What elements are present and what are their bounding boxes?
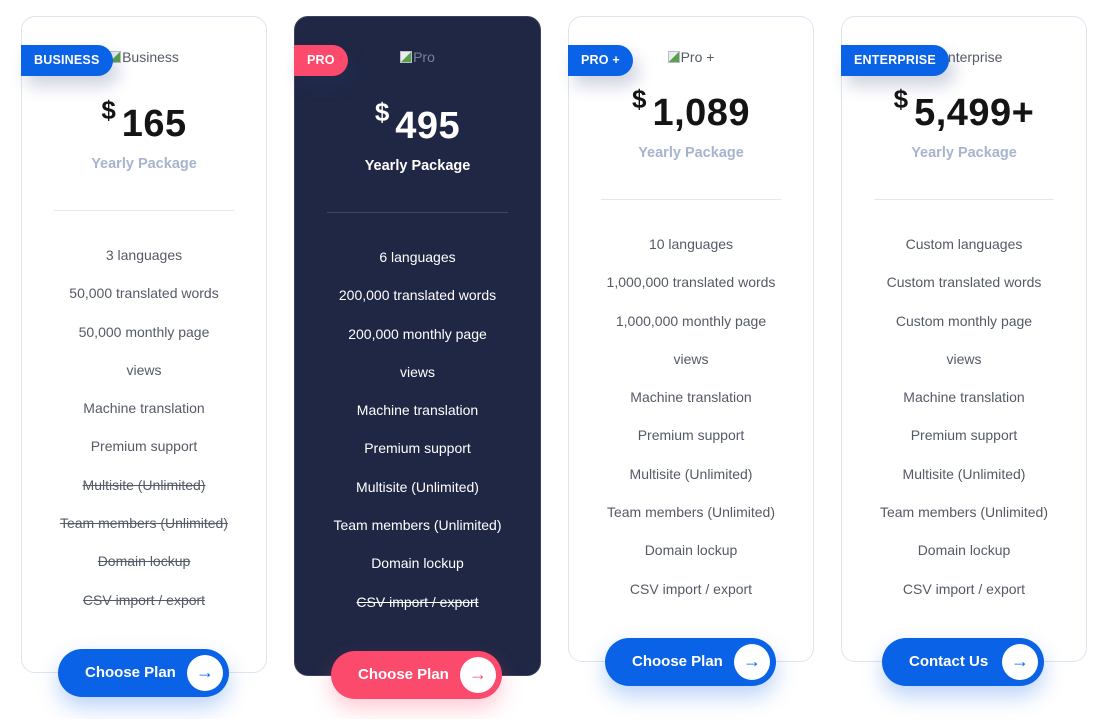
price-amount: 165	[121, 103, 187, 145]
feature-item: Domain lockup	[917, 542, 1011, 559]
feature-item-excluded: CSV import / export	[82, 591, 206, 608]
price-amount: 1,089	[652, 92, 751, 134]
pricing-card-business: BUSINESS Business $165 Yearly Package 3 …	[21, 16, 267, 673]
feature-item: Premium support	[90, 438, 198, 455]
feature-item: 200,000 translated words	[338, 287, 497, 304]
plan-price: $1,089	[569, 84, 813, 135]
plan-price: $5,499+	[842, 84, 1086, 135]
feature-item: Team members (Unlimited)	[606, 504, 776, 521]
currency-symbol: $	[631, 84, 647, 114]
feature-item: Premium support	[364, 440, 471, 457]
plan-image-alt: Business	[122, 49, 179, 65]
arrow-right-icon: →	[734, 644, 770, 680]
feature-item: views	[399, 363, 435, 380]
broken-image-icon	[400, 51, 413, 63]
feature-item: 200,000 monthly page	[348, 325, 487, 342]
feature-item: 10 languages	[648, 236, 734, 252]
feature-item: Team members (Unlimited)	[333, 517, 502, 534]
feature-item: views	[946, 350, 982, 367]
plan-period: Yearly Package	[91, 156, 197, 172]
cta-label: Contact Us	[909, 653, 989, 670]
feature-item-excluded: Multisite (Unlimited)	[82, 476, 206, 493]
feature-list: 10 languages 1,000,000 translated words 1,…	[569, 234, 813, 617]
plan-price: $165	[22, 95, 266, 146]
feature-item: 1,000,000 translated words	[606, 274, 776, 291]
feature-item: views	[126, 361, 162, 378]
cta-label: Choose Plan	[632, 653, 723, 670]
feature-item: 3 languages	[105, 247, 183, 263]
plan-image-alt: Pro +	[680, 49, 715, 65]
arrow-right-icon: →	[187, 655, 223, 691]
feature-item-excluded: Team members (Unlimited)	[59, 515, 229, 532]
plan-period: Yearly Package	[911, 145, 1017, 161]
feature-item: Premium support	[910, 427, 1018, 444]
price-amount: 5,499+	[914, 92, 1035, 134]
feature-item: Custom translated words	[886, 274, 1042, 291]
feature-item-excluded: Domain lockup	[97, 553, 191, 570]
feature-item: Domain lockup	[371, 555, 464, 572]
feature-list: 6 languages 200,000 translated words 200,0…	[295, 247, 540, 630]
feature-item-excluded: CSV import / export	[356, 593, 479, 610]
choose-plan-button-business[interactable]: Choose Plan →	[58, 649, 229, 697]
divider	[874, 199, 1054, 200]
pricing-card-pro-plus: PRO + Pro + $1,089 Yearly Package 10 lan…	[568, 16, 814, 662]
broken-image-icon	[667, 51, 680, 63]
feature-item: CSV import / export	[902, 580, 1026, 597]
feature-list: Custom languages Custom translated words C…	[842, 234, 1086, 617]
divider	[54, 210, 234, 211]
divider	[327, 212, 508, 213]
feature-item: Custom monthly page	[895, 312, 1033, 329]
choose-plan-button-pro-plus[interactable]: Choose Plan →	[605, 638, 776, 686]
pricing-card-enterprise: ENTERPRISE Enterprise $5,499+ Yearly Pac…	[841, 16, 1087, 662]
feature-item: Multisite (Unlimited)	[356, 478, 479, 495]
plan-image-alt: Pro	[413, 49, 435, 65]
plan-badge: ENTERPRISE	[841, 45, 949, 76]
feature-item: Domain lockup	[644, 542, 738, 559]
price-amount: 495	[395, 105, 461, 147]
feature-item: 1,000,000 monthly page	[615, 312, 767, 329]
feature-item: views	[673, 350, 709, 367]
currency-symbol: $	[374, 97, 390, 127]
feature-item: Multisite (Unlimited)	[629, 465, 753, 482]
plan-period: Yearly Package	[364, 158, 471, 174]
plan-badge: PRO	[294, 45, 348, 76]
feature-item: Team members (Unlimited)	[879, 504, 1049, 521]
feature-item: Machine translation	[630, 389, 752, 406]
feature-item: Premium support	[637, 427, 745, 444]
feature-item: Machine translation	[356, 402, 479, 419]
feature-item: Multisite (Unlimited)	[902, 465, 1026, 482]
feature-item: Machine translation	[83, 400, 205, 417]
feature-item: 50,000 translated words	[69, 285, 219, 302]
feature-item: Custom languages	[905, 236, 1023, 252]
currency-symbol: $	[893, 84, 909, 114]
arrow-right-icon: →	[460, 657, 496, 693]
feature-list: 3 languages 50,000 translated words 50,000…	[22, 245, 266, 628]
currency-symbol: $	[101, 95, 116, 125]
plan-badge: PRO +	[568, 45, 633, 76]
feature-item: 6 languages	[379, 249, 456, 265]
feature-item: Machine translation	[903, 389, 1025, 406]
feature-item: CSV import / export	[629, 580, 753, 597]
contact-us-button-enterprise[interactable]: Contact Us →	[882, 638, 1044, 686]
divider	[601, 199, 781, 200]
pricing-card-pro: PRO Pro $495 Yearly Package 6 languages 2…	[294, 16, 541, 676]
plan-price: $495	[295, 97, 540, 148]
cta-label: Choose Plan	[358, 666, 449, 683]
plan-period: Yearly Package	[638, 145, 744, 161]
plan-badge: BUSINESS	[21, 45, 113, 76]
cta-label: Choose Plan	[85, 664, 176, 681]
choose-plan-button-pro[interactable]: Choose Plan →	[331, 651, 502, 699]
feature-item: 50,000 monthly page	[78, 323, 210, 340]
arrow-right-icon: →	[1002, 644, 1038, 680]
